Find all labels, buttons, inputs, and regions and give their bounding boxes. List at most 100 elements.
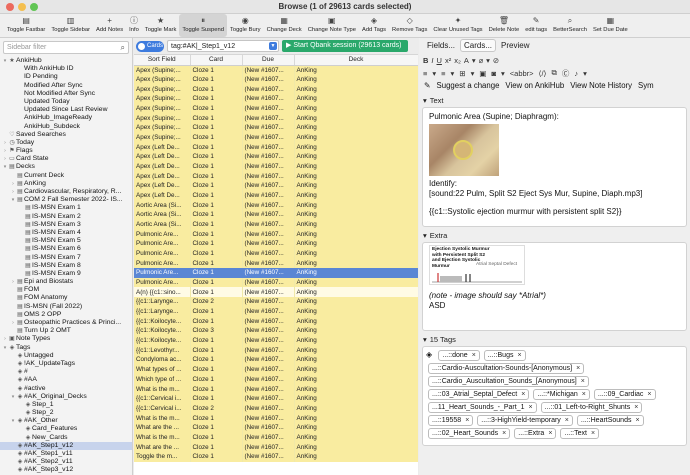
format-button[interactable]: ♪ — [574, 69, 578, 78]
close-icon[interactable]: × — [576, 364, 580, 374]
table-row[interactable]: What is the m... Cloze 1 (New #1607... AnKi… — [134, 384, 418, 394]
table-row[interactable]: What is the m... Cloze 1 (New #1607... AnKi… — [134, 413, 418, 423]
sidebar-item-step-2[interactable]: ◈ Step_2 — [0, 409, 132, 417]
table-row[interactable]: Apex (Left De... Cloze 1 (New #1607... AnKi… — [134, 161, 418, 172]
view-on-ankihub-button[interactable]: View on AnkiHub — [505, 81, 564, 90]
sidebar-item-fom[interactable]: ▤FOM — [0, 286, 132, 294]
clear-unused-tags-button[interactable]: ✦ Clear Unused Tags — [430, 14, 485, 37]
table-row[interactable]: {{c1::Cervical i... Cloze 1 (New #1607... A… — [134, 393, 418, 404]
format-button[interactable]: ⌀ — [479, 56, 484, 65]
sidebar-item-saved-searches[interactable]: ♡Saved Searches — [0, 131, 132, 139]
sidebar-item-card-state[interactable]: › ▭Card State — [0, 155, 132, 163]
text-field-editor[interactable]: Pulmonic Area (Supine; Diaphragm): Ident… — [422, 107, 687, 227]
format-button[interactable]: ⟨/⟩ — [539, 69, 547, 78]
tag-pill[interactable]: ...::03_Atrial_Septal_Defect × — [428, 389, 530, 400]
set-due-date-button[interactable]: ▦ Set Due Date — [590, 14, 631, 37]
sidebar-item-flags[interactable]: › ⚑Flags — [0, 147, 132, 155]
tag-pill[interactable]: ...::HeartSounds × — [576, 415, 644, 426]
table-row[interactable]: What are the ... Cloze 1 (New #1607... AnKi… — [134, 442, 418, 452]
sidebar-item-is-msn-exam-9[interactable]: ▤IS-MSN Exam 9 — [0, 270, 132, 278]
minimize-window-button[interactable] — [18, 3, 26, 11]
table-row[interactable]: Pulmonic Are... Cloze 1 (New #1607... AnKin… — [134, 277, 418, 288]
sidebar-item-updated-today[interactable]: Updated Today — [0, 98, 132, 106]
sidebar-item-id-pending[interactable]: ID Pending — [0, 73, 132, 81]
tag-pill[interactable]: ...::Cardio-Auscultation-Sounds-[Anonymo… — [428, 363, 585, 374]
format-button[interactable]: ≡ — [441, 69, 445, 78]
format-button[interactable]: ≡ — [423, 69, 427, 78]
table-row[interactable]: Apex (Left De... Cloze 1 (New #1607... AnKi… — [134, 181, 418, 191]
toggle-suspend-button[interactable]: ⏸ Toggle Suspend — [179, 14, 227, 37]
sidebar-item-card-features[interactable]: ◈ Card_Features — [0, 425, 132, 433]
format-button[interactable]: ▾ — [471, 69, 475, 78]
sidebar-item-cardiovascular-respiratory-r[interactable]: › ▤Cardiovascular, Respiratory, R... — [0, 188, 132, 196]
tag-pill[interactable]: ...::Extra × — [514, 428, 557, 439]
sidebar-item-is-msn-exam-1[interactable]: ▤IS-MSN Exam 1 — [0, 204, 132, 212]
tag-pill[interactable]: ...::done × — [438, 350, 480, 361]
bettersearch-button[interactable]: ⌕ BetterSearch — [550, 14, 590, 37]
table-row[interactable]: Apex (Supine;... Cloze 1 (New #1607... AnKi… — [134, 94, 418, 104]
table-row[interactable]: {{c1::Koilocyte... Cloze 1 (New #1607... An… — [134, 335, 418, 346]
preview-button[interactable]: Preview — [498, 40, 532, 51]
table-row[interactable]: What are the ... Cloze 1 (New #1607... AnKi… — [134, 422, 418, 433]
search-input[interactable]: tag:#AK|_Step1_v12 ▼ — [167, 40, 279, 52]
column-header-due[interactable]: Due — [242, 55, 295, 66]
table-row[interactable]: Pulmonic Are... Cloze 1 (New #1607... AnKin… — [134, 268, 418, 278]
sidebar-item-tags[interactable]: ▾ ◈ Tags — [0, 344, 132, 352]
window-controls[interactable] — [6, 3, 38, 11]
format-button[interactable]: ▾ — [451, 69, 455, 78]
format-button[interactable]: ⊞ — [459, 69, 465, 78]
sym-button[interactable]: Sym — [638, 81, 654, 90]
sidebar-filter-input[interactable]: Sidebar filter ⌕ — [3, 41, 129, 54]
table-row[interactable]: Apex (Supine;... Cloze 1 (New #1607... AnKi… — [134, 123, 418, 133]
sidebar-item-aa[interactable]: ◈ #AA — [0, 376, 132, 384]
toggle-mark-button[interactable]: ★ Toggle Mark — [142, 14, 180, 37]
sidebar-item-note-types[interactable]: › ▣Note Types — [0, 335, 132, 343]
format-button[interactable]: B — [423, 56, 428, 65]
column-header-sort-field[interactable]: Sort Field — [134, 55, 191, 66]
close-icon[interactable]: × — [502, 429, 506, 439]
table-row[interactable]: Pulmonic Are... Cloze 1 (New #1607... AnKin… — [134, 229, 418, 240]
table-row[interactable]: Apex (Supine;... Cloze 1 (New #1607... AnKi… — [134, 103, 418, 114]
close-icon[interactable]: × — [635, 416, 639, 426]
close-icon[interactable]: × — [472, 351, 476, 361]
sidebar-item-ak-updatetags[interactable]: ◈ !AK_UpdateTags — [0, 360, 132, 368]
table-row[interactable]: Apex (Supine;... Cloze 1 (New #1607... AnKi… — [134, 84, 418, 95]
sidebar-item-new-cards[interactable]: ◈ New_Cards — [0, 434, 132, 442]
sidebar-item-today[interactable]: › ◷Today — [0, 139, 132, 147]
sidebar-item-not-modified-after-sync[interactable]: Not Modified After Sync — [0, 90, 132, 98]
table-row[interactable]: Which type of ... Cloze 1 (New #1607... AnK… — [134, 374, 418, 385]
sidebar-item-oms-2-opp[interactable]: ▤OMS 2 OPP — [0, 311, 132, 319]
toggle-fastbar-button[interactable]: ▤ Toggle Fastbar — [4, 14, 48, 37]
tag-pill[interactable]: ...::01_Left-to-Right_Shunts × — [540, 402, 643, 413]
format-button[interactable]: x₂ — [454, 56, 461, 65]
change-deck-button[interactable]: ▦ Change Deck — [264, 14, 305, 37]
close-icon[interactable]: × — [521, 390, 525, 400]
sidebar-item-modified-after-sync[interactable]: Modified After Sync — [0, 82, 132, 90]
sidebar-item-osteopathic-practices-princi[interactable]: › ▤Osteopathic Practices & Princi... — [0, 319, 132, 327]
close-icon[interactable]: × — [565, 416, 569, 426]
chevron-down-icon[interactable]: ▾ — [423, 335, 427, 344]
format-button[interactable]: ▾ — [501, 69, 505, 78]
sidebar-item-ankihub-subdeck[interactable]: AnkiHub_Subdeck — [0, 123, 132, 131]
format-button[interactable]: ▾ — [486, 56, 490, 65]
chevron-down-icon[interactable]: ▾ — [423, 231, 427, 240]
table-row[interactable]: What is the m... Cloze 1 (New #1607... AnKi… — [134, 432, 418, 443]
format-button[interactable]: ⊘ — [493, 56, 499, 65]
format-button[interactable]: ◙ — [491, 69, 496, 78]
cards-notes-toggle[interactable]: Cards — [136, 40, 164, 52]
close-icon[interactable]: × — [582, 390, 586, 400]
info-button[interactable]: ⓘ Info — [126, 14, 142, 37]
tag-pill[interactable]: ...::Cardio_Auscultation_Sounds_[Anonymo… — [428, 376, 589, 387]
tag-pill[interactable]: ...::3-HighYield-temporary × — [477, 415, 573, 426]
close-icon[interactable]: × — [529, 403, 533, 413]
table-row[interactable]: Pulmonic Are... Cloze 1 (New #1607... AnKin… — [134, 239, 418, 249]
sidebar-item-is-msn-exam-3[interactable]: ▤IS-MSN Exam 3 — [0, 221, 132, 229]
table-row[interactable]: Apex (Left De... Cloze 1 (New #1607... AnKi… — [134, 152, 418, 162]
sidebar-item-untagged[interactable]: ◈ Untagged — [0, 352, 132, 360]
change-note-type-button[interactable]: ▣ Change Note Type — [305, 14, 359, 37]
sidebar-item-ankihub[interactable]: ▾ ★AnkiHub — [0, 57, 132, 65]
sidebar-item-is-msn-exam-8[interactable]: ▤IS-MSN Exam 8 — [0, 262, 132, 270]
close-icon[interactable]: × — [591, 429, 595, 439]
sidebar-item-step-1[interactable]: ◈ Step_1 — [0, 401, 132, 409]
fields-button[interactable]: Fields... — [424, 40, 458, 51]
